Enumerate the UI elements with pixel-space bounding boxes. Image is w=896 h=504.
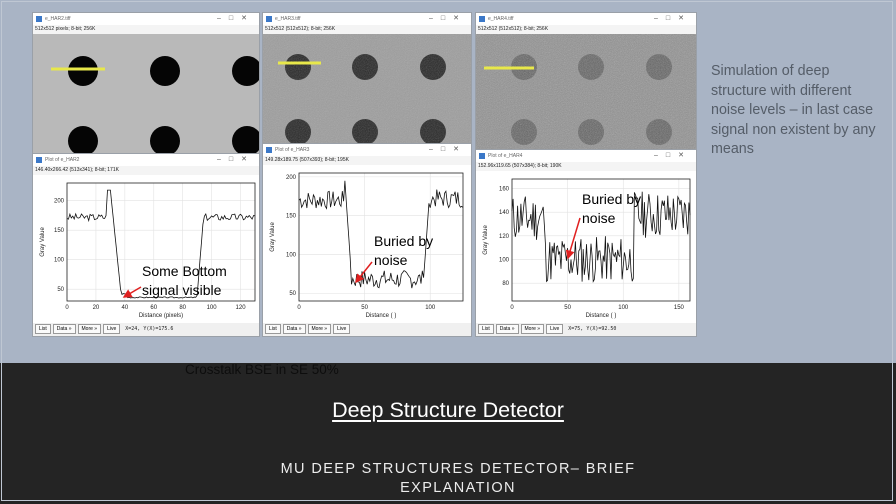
annotation-plot-2: Buried by noise bbox=[374, 233, 434, 268]
profile-plot-1: 501001502000 20 40 60 80 100 120Distance (pixe… bbox=[33, 175, 259, 323]
window-title: e_HAR4.tiff bbox=[488, 16, 514, 22]
x-tick-label: 100 bbox=[425, 305, 436, 311]
plot-info: 149.28x189.75 (507x393); 8-bit; 195K bbox=[263, 156, 471, 165]
window-title: Plot of e_HAR3 bbox=[275, 147, 310, 153]
x-tick-label: 50 bbox=[564, 305, 571, 311]
y-tick-label: 140 bbox=[499, 210, 510, 216]
y-tick-label: 50 bbox=[289, 291, 296, 297]
image-info: 512x512 pixels; 8-bit; 256K bbox=[33, 25, 259, 34]
x-tick-label: 120 bbox=[236, 305, 247, 311]
x-tick-label: 150 bbox=[674, 305, 685, 311]
live-button[interactable]: Live bbox=[103, 324, 121, 334]
more-button[interactable]: More » bbox=[77, 324, 102, 334]
x-axis-label: Distance ( ) bbox=[366, 313, 397, 319]
image-info: 512x512 (512x512); 8-bit; 256K bbox=[263, 25, 471, 34]
slide-heading: Deep Structure Detector bbox=[332, 398, 564, 422]
window-titlebar[interactable]: Plot of e_HAR2 –□✕ bbox=[33, 154, 259, 166]
more-button[interactable]: More » bbox=[520, 324, 545, 334]
x-tick-label: 100 bbox=[618, 305, 629, 311]
window-title: Plot of e_HAR4 bbox=[488, 153, 523, 159]
x-tick-label: 50 bbox=[361, 305, 368, 311]
y-tick-label: 80 bbox=[502, 281, 509, 287]
imagej-app-icon bbox=[479, 16, 485, 22]
imagej-app-icon bbox=[266, 16, 272, 22]
plot-button-row: List Data » More » Live X=24, Y(X)=175.6 bbox=[35, 324, 173, 334]
window-titlebar[interactable]: e_HAR3.tiff –□✕ bbox=[263, 13, 471, 25]
image-window-1[interactable]: e_HAR2.tiff –□✕ 512x512 pixels; 8-bit; 2… bbox=[32, 12, 260, 162]
cursor-readout: X=24, Y(X)=175.6 bbox=[125, 326, 174, 332]
window-titlebar[interactable]: Plot of e_HAR4 –□✕ bbox=[476, 150, 696, 162]
slide-caption: Simulation of deep structure with differ… bbox=[711, 63, 876, 157]
data-button[interactable]: Data » bbox=[495, 324, 519, 334]
window-controls[interactable]: –□✕ bbox=[429, 145, 467, 153]
window-controls[interactable]: –□✕ bbox=[654, 151, 692, 159]
y-tick-label: 50 bbox=[57, 287, 64, 293]
image-window-3[interactable]: e_HAR4.tiff –□✕ 512x512 (512x512); 8-bit… bbox=[475, 12, 697, 158]
list-button[interactable]: List bbox=[35, 324, 51, 334]
y-axis-label: Gray Value bbox=[270, 222, 276, 252]
live-button[interactable]: Live bbox=[333, 324, 351, 334]
cursor-readout: X=75, Y(X)=92.50 bbox=[568, 326, 617, 332]
window-title: e_HAR2.tiff bbox=[45, 16, 71, 22]
y-tick-label: 100 bbox=[54, 258, 65, 264]
window-title: Plot of e_HAR2 bbox=[45, 157, 80, 163]
y-tick-label: 160 bbox=[499, 186, 510, 192]
x-axis-label: Distance ( ) bbox=[586, 313, 617, 319]
image-canvas[interactable] bbox=[33, 34, 259, 161]
plot-button-row: List Data » More » Live bbox=[265, 324, 351, 334]
image-canvas[interactable] bbox=[263, 34, 471, 157]
x-tick-label: 100 bbox=[207, 305, 218, 311]
more-button[interactable]: More » bbox=[307, 324, 332, 334]
x-tick-label: 40 bbox=[122, 305, 129, 311]
data-button[interactable]: Data » bbox=[282, 324, 306, 334]
y-tick-label: 100 bbox=[499, 258, 510, 264]
list-button[interactable]: List bbox=[478, 324, 494, 334]
window-titlebar[interactable]: e_HAR4.tiff –□✕ bbox=[476, 13, 696, 25]
slide-subtitle: MU DEEP STRUCTURES DETECTOR– BRIEF EXPLA… bbox=[280, 461, 636, 496]
x-tick-label: 80 bbox=[179, 305, 186, 311]
x-tick-label: 60 bbox=[150, 305, 157, 311]
x-axis-label: Distance (pixels) bbox=[139, 313, 183, 319]
image-window-2[interactable]: e_HAR3.tiff –□✕ 512x512 (512x512); 8-bit… bbox=[262, 12, 472, 158]
imagej-app-icon bbox=[36, 157, 42, 163]
imagej-app-icon bbox=[36, 16, 42, 22]
annotation-plot-3: Buried by noise bbox=[582, 191, 642, 226]
plot-window-3[interactable]: Plot of e_HAR4 –□✕ 152.96x119.65 (507x38… bbox=[475, 149, 697, 337]
window-controls[interactable]: –□✕ bbox=[217, 14, 255, 22]
window-controls[interactable]: –□✕ bbox=[654, 14, 692, 22]
y-axis-label: Gray Value bbox=[40, 227, 46, 257]
imagej-app-icon bbox=[479, 153, 485, 159]
plot-window-1[interactable]: Plot of e_HAR2 –□✕ 146.40x266.42 (513x34… bbox=[32, 153, 260, 337]
data-button[interactable]: Data » bbox=[52, 324, 76, 334]
y-tick-label: 150 bbox=[54, 228, 65, 234]
annotation-plot-1: Some Bottom signal visible bbox=[142, 263, 227, 298]
y-axis-label: Gray Value bbox=[483, 225, 489, 255]
y-tick-label: 200 bbox=[286, 175, 297, 181]
window-controls[interactable]: –□✕ bbox=[217, 155, 255, 163]
window-titlebar[interactable]: Plot of e_HAR3 –□✕ bbox=[263, 144, 471, 156]
image-info: 512x512 (512x512); 8-bit; 256K bbox=[476, 25, 696, 34]
y-tick-label: 150 bbox=[286, 214, 297, 220]
image-canvas[interactable] bbox=[476, 34, 696, 157]
profile-plot-2: 501001502000 50 100Distance ( )Gray Value bbox=[263, 165, 471, 323]
crosstalk-note: Crosstalk BSE in SE 50% bbox=[185, 362, 339, 377]
y-tick-label: 200 bbox=[54, 199, 65, 205]
window-titlebar[interactable]: e_HAR2.tiff –□✕ bbox=[33, 13, 259, 25]
live-button[interactable]: Live bbox=[546, 324, 564, 334]
plot-info: 152.96x119.65 (507x384); 8-bit; 190K bbox=[476, 162, 696, 171]
x-tick-label: 20 bbox=[93, 305, 100, 311]
y-tick-label: 100 bbox=[286, 252, 297, 258]
plot-button-row: List Data » More » Live X=75, Y(X)=92.50 bbox=[478, 324, 616, 334]
imagej-app-icon bbox=[266, 147, 272, 153]
window-title: e_HAR3.tiff bbox=[275, 16, 301, 22]
y-tick-label: 120 bbox=[499, 234, 510, 240]
plot-window-2[interactable]: Plot of e_HAR3 –□✕ 149.28x189.75 (507x39… bbox=[262, 143, 472, 337]
plot-info: 146.40x266.42 (513x341); 8-bit; 171K bbox=[33, 166, 259, 175]
window-controls[interactable]: –□✕ bbox=[429, 14, 467, 22]
list-button[interactable]: List bbox=[265, 324, 281, 334]
